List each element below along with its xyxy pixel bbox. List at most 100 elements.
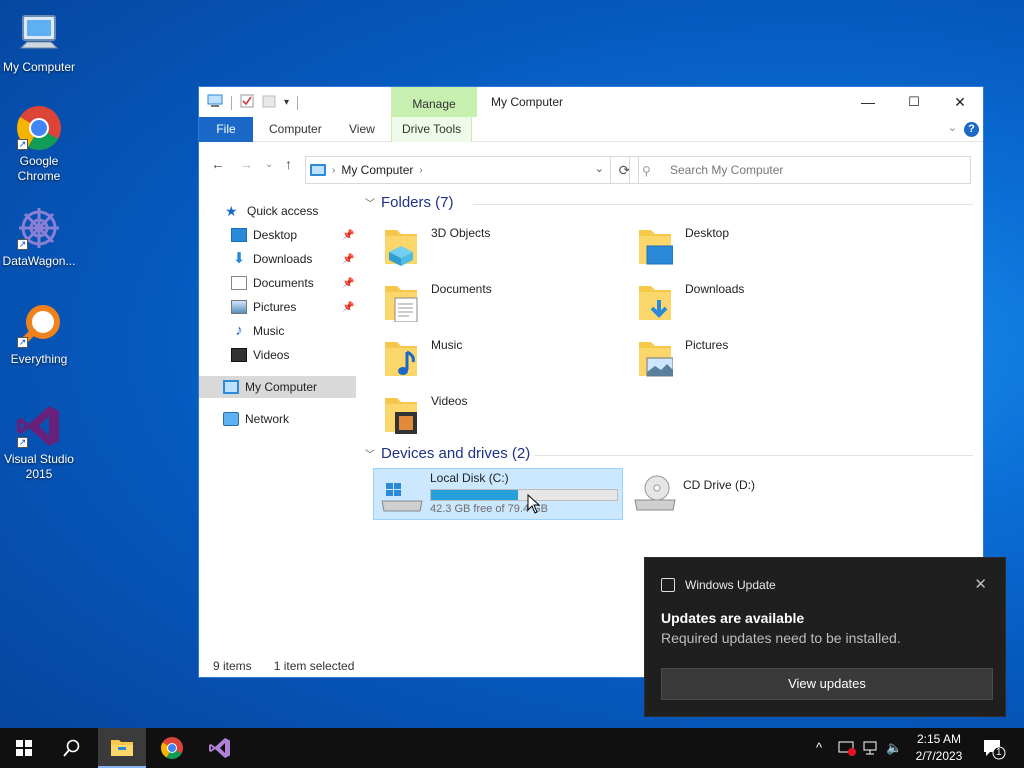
tab-file[interactable]: File [199, 117, 253, 142]
toast-body: Required updates need to be installed. [661, 630, 901, 646]
chrome-icon [161, 737, 183, 759]
group-divider [473, 204, 973, 205]
address-dropdown-icon[interactable]: ⌄ [595, 162, 604, 175]
drive-cd-d[interactable]: CD Drive (D:) [627, 468, 877, 520]
tab-computer[interactable]: Computer [259, 117, 332, 142]
drive-local-disk-c[interactable]: Local Disk (C:) 42.3 GB free of 79.4 GB [373, 468, 623, 520]
up-arrow-icon[interactable]: ↑ [285, 156, 292, 172]
desktop-icon-datawagon[interactable]: ↗ DataWagon... [0, 204, 78, 269]
group-header-devices[interactable]: ﹀ Devices and drives (2) [365, 445, 530, 462]
search-box[interactable]: ⚲ Search My Computer [629, 156, 971, 184]
manage-context-header[interactable]: Manage [391, 87, 477, 117]
nav-item-documents[interactable]: Documents [231, 272, 314, 294]
tab-view[interactable]: View [339, 117, 385, 142]
breadcrumb-chevron-icon[interactable]: › [332, 165, 335, 176]
breadcrumb-location[interactable]: My Computer [341, 163, 413, 177]
network-icon[interactable] [862, 740, 880, 759]
mouse-cursor-icon [527, 493, 541, 517]
monitor-icon [15, 10, 63, 58]
quick-access-toolbar: ▾ [207, 94, 299, 111]
taskbar-file-explorer[interactable] [98, 728, 146, 768]
clock[interactable]: 2:15 AM 2/7/2023 [908, 731, 970, 765]
folder-music[interactable]: Music [375, 332, 625, 384]
new-folder-icon[interactable] [262, 94, 276, 111]
desktop-icon-label: My Computer [2, 60, 76, 74]
nav-item-network[interactable]: Network [223, 408, 289, 430]
status-item-count: 9 items [213, 659, 252, 673]
desktop-icon-my-computer[interactable]: My Computer [0, 10, 78, 75]
nav-item-my-computer[interactable]: My Computer [199, 376, 356, 398]
desktop-icon-visual-studio[interactable]: ↗ Visual Studio 2015 [0, 402, 78, 482]
recent-locations-icon[interactable]: ⌄ [265, 159, 273, 170]
desktop-icon-label: Visual Studio 2015 [4, 452, 74, 481]
properties-icon[interactable] [240, 94, 254, 111]
expand-ribbon-icon[interactable]: ⌄ [948, 121, 957, 134]
taskbar-visual-studio[interactable] [196, 728, 244, 768]
taskbar-chrome[interactable] [148, 728, 196, 768]
folder-documents-icon [383, 280, 419, 323]
pin-icon[interactable]: 📌 [342, 254, 354, 265]
shortcut-arrow-icon: ↗ [17, 437, 28, 448]
folder-3d-objects[interactable]: 3D Objects [375, 220, 625, 272]
notification-icon [984, 740, 1006, 760]
status-bar: 9 items 1 item selected [213, 659, 354, 673]
volume-icon[interactable]: 🔈 [886, 740, 902, 756]
back-arrow-icon[interactable]: ← [211, 156, 225, 172]
nav-item-pictures[interactable]: Pictures [231, 296, 296, 318]
group-header-folders[interactable]: ﹀ Folders (7) [365, 194, 454, 211]
shortcut-arrow-icon: ↗ [17, 337, 28, 348]
nav-quick-access[interactable]: ★ Quick access [225, 200, 318, 222]
computer-icon[interactable] [207, 94, 223, 111]
pin-icon[interactable]: 📌 [342, 302, 354, 313]
folder-3d-objects-icon [383, 224, 419, 266]
drive-usage-fill [431, 490, 518, 500]
desktop-icon-everything[interactable]: ↗ Everything [0, 302, 78, 367]
toast-close-icon[interactable]: ✕ [974, 575, 987, 593]
network-icon [223, 412, 239, 426]
folder-downloads[interactable]: Downloads [629, 276, 879, 328]
collapse-chevron-icon: ﹀ [365, 199, 375, 210]
close-button[interactable]: ✕ [937, 87, 983, 117]
breadcrumb-chevron-icon[interactable]: › [419, 165, 422, 176]
computer-icon [223, 380, 239, 394]
customize-toolbar-icon[interactable]: ▾ [284, 97, 289, 108]
window-title: My Computer [491, 95, 564, 109]
folder-pictures[interactable]: Pictures [629, 332, 879, 384]
address-bar[interactable]: › My Computer › ⌄ [305, 156, 611, 184]
toolbar-separator [297, 95, 299, 110]
minimize-button[interactable]: — [845, 87, 891, 117]
navigation-bar: ← → ⌄ ↑ › My Computer › ⌄ ⟳ ⚲ Search My … [199, 142, 983, 188]
search-placeholder: Search My Computer [670, 163, 784, 177]
datawagon-icon: ↗ [15, 204, 63, 252]
toolbar-separator [231, 95, 232, 110]
folder-desktop[interactable]: Desktop [629, 220, 879, 272]
security-alert-icon[interactable] [838, 740, 856, 759]
show-hidden-icons-icon[interactable]: ^ [816, 740, 822, 755]
folder-pictures-icon [637, 336, 674, 378]
pin-icon[interactable]: 📌 [342, 278, 354, 289]
nav-item-videos[interactable]: Videos [231, 344, 289, 366]
nav-item-music[interactable]: ♪ Music [231, 320, 284, 342]
folder-videos[interactable]: Videos [375, 388, 625, 440]
search-button[interactable] [48, 728, 96, 768]
star-icon: ★ [225, 203, 238, 219]
taskbar: ^ 🔈 2:15 AM 2/7/2023 1 [0, 728, 1024, 768]
view-updates-button[interactable]: View updates [661, 668, 993, 700]
nav-item-downloads[interactable]: ⬇ Downloads [231, 248, 313, 270]
folder-documents[interactable]: Documents [375, 276, 625, 328]
notification-count: 1 [996, 747, 1002, 758]
action-center-button[interactable]: 1 [982, 738, 1006, 763]
help-icon[interactable]: ? [964, 122, 979, 137]
nav-item-desktop[interactable]: Desktop [231, 224, 356, 246]
desktop-icon-label: Google Chrome [17, 154, 61, 183]
film-icon [231, 348, 247, 362]
desktop-icon-google-chrome[interactable]: ↗ Google Chrome [0, 104, 78, 184]
maximize-button[interactable]: ☐ [891, 87, 937, 117]
tab-drive-tools[interactable]: Drive Tools [391, 117, 473, 142]
title-bar: ▾ Manage My Computer — ☐ ✕ [199, 87, 983, 117]
file-explorer-icon [111, 740, 133, 756]
pin-icon[interactable]: 📌 [342, 230, 354, 241]
forward-arrow-icon[interactable]: → [239, 156, 253, 172]
drive-usage-bar [430, 489, 618, 501]
start-button[interactable] [0, 728, 48, 768]
